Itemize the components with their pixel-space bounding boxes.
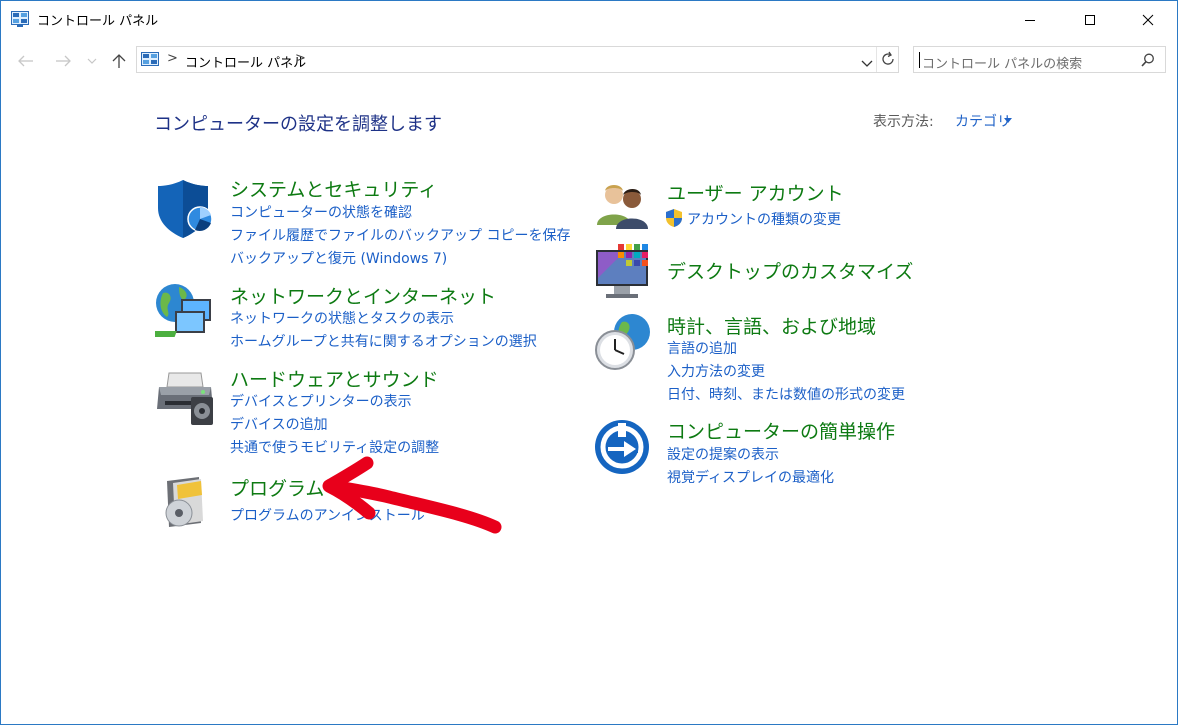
user-accounts-icon[interactable] [594,179,656,241]
address-history-button[interactable] [861,53,873,72]
search-icon[interactable] [1141,52,1155,71]
category-title-user-accounts[interactable]: ユーザー アカウント [667,179,844,206]
forward-button[interactable] [51,49,75,73]
window-title: コントロール パネル [37,14,159,29]
maximize-icon [1085,15,1095,25]
link-network-status[interactable]: ネットワークの状態とタスクの表示 [230,308,454,328]
recent-locations-button[interactable] [83,49,101,73]
uac-shield-icon [665,208,683,232]
category-title-hardware[interactable]: ハードウェアとサウンド [230,365,439,392]
close-button[interactable] [1125,1,1171,39]
link-optimize-display[interactable]: 視覚ディスプレイの最適化 [667,467,834,487]
ease-of-access-icon[interactable] [594,419,656,481]
desktop-customization-icon[interactable] [594,242,656,304]
category-title-network[interactable]: ネットワークとインターネット [230,282,496,309]
minimize-icon [1025,20,1035,21]
link-add-device[interactable]: デバイスの追加 [230,414,328,434]
text-caret [919,52,920,68]
link-change-input-method[interactable]: 入力方法の変更 [667,361,765,381]
chevron-down-icon [861,60,873,67]
link-suggested-settings[interactable]: 設定の提案の表示 [667,444,779,464]
control-panel-icon [141,52,159,68]
link-change-date-format[interactable]: 日付、時刻、または数値の形式の変更 [667,384,905,404]
view-by-dropdown[interactable]: カテゴリ [955,111,1011,131]
control-panel-icon [11,11,29,27]
refresh-icon [882,51,894,65]
breadcrumb-separator[interactable]: > [295,51,306,66]
close-icon [1142,14,1154,26]
forward-arrow-icon [56,55,71,67]
minimize-button[interactable] [1007,1,1053,39]
category-title-ease-of-access[interactable]: コンピューターの簡単操作 [667,417,895,444]
category-title-clock-region[interactable]: 時計、言語、および地域 [667,312,876,339]
back-arrow-icon [18,55,33,67]
chevron-down-icon [87,58,97,64]
view-by-label: 表示方法: [873,114,934,130]
up-button[interactable] [107,49,131,73]
link-file-history-backup[interactable]: ファイル履歴でファイルのバックアップ コピーを保存 [230,225,570,245]
breadcrumb-separator[interactable]: > [167,51,178,66]
refresh-button[interactable] [880,51,896,71]
divider [876,47,877,72]
up-arrow-icon [112,54,126,68]
shield-icon[interactable] [155,178,217,240]
programs-icon[interactable] [155,471,217,533]
link-backup-restore[interactable]: バックアップと復元 (Windows 7) [230,248,447,268]
category-title-system-security[interactable]: システムとセキュリティ [230,175,437,202]
search-box[interactable]: コントロール パネルの検索 [913,46,1166,73]
maximize-button[interactable] [1067,1,1113,39]
printer-icon[interactable] [155,367,217,429]
network-globe-icon[interactable] [148,281,217,343]
back-button[interactable] [14,49,38,73]
link-homegroup-options[interactable]: ホームグループと共有に関するオプションの選択 [230,331,537,351]
link-check-computer-status[interactable]: コンピューターの状態を確認 [230,202,412,222]
address-bar[interactable]: > コントロール パネル > [136,46,899,73]
link-change-account-type[interactable]: アカウントの種類の変更 [687,209,841,229]
chevron-down-icon[interactable] [1004,118,1012,123]
breadcrumb-control-panel[interactable]: コントロール パネル [185,52,306,71]
search-input[interactable]: コントロール パネルの検索 [922,53,1082,72]
control-panel-window: コントロール パネル > コントロール パネル > コントロール パネルの検索 … [0,0,1178,725]
category-title-programs[interactable]: プログラム [230,474,324,501]
clock-globe-icon[interactable] [594,312,656,374]
category-title-desktop[interactable]: デスクトップのカスタマイズ [667,257,913,284]
link-devices-printers[interactable]: デバイスとプリンターの表示 [230,391,412,411]
link-add-language[interactable]: 言語の追加 [667,338,737,358]
page-title: コンピューターの設定を調整します [154,114,442,135]
annotation-arrow-icon [322,456,502,534]
title-bar[interactable]: コントロール パネル [1,1,1177,39]
